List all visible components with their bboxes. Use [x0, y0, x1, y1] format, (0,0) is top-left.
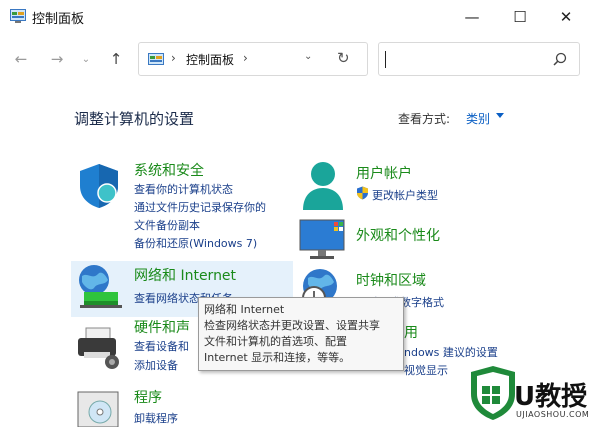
- breadcrumb-separator[interactable]: ›: [171, 51, 176, 65]
- breadcrumb-control-panel[interactable]: 控制面板: [186, 51, 234, 68]
- monitor-icon[interactable]: [298, 218, 348, 260]
- title-bar: 控制面板 — ☐ ✕: [0, 0, 589, 34]
- link-visual-display[interactable]: 视觉显示: [404, 362, 448, 378]
- link-windows-suggested-settings[interactable]: ndows 建议的设置: [404, 344, 498, 360]
- tooltip-title: 网络和 Internet: [204, 303, 285, 316]
- tooltip: 网络和 Internet 检查网络状态并更改设置、设置共享 文件和计算机的首选项…: [198, 297, 404, 371]
- user-icon[interactable]: [300, 160, 346, 212]
- control-panel-icon: [148, 53, 164, 65]
- watermark-subtext: UJIAOSHOU.COM: [516, 410, 589, 419]
- view-by-dropdown[interactable]: 类别: [466, 110, 490, 127]
- category-network-internet[interactable]: 网络和 Internet: [134, 265, 236, 285]
- watermark: U教授 UJIAOSHOU.COM: [468, 364, 589, 427]
- address-bar[interactable]: › 控制面板 › ⌄ ↻: [138, 42, 368, 76]
- link-change-account-type[interactable]: 更改帐户类型: [372, 187, 438, 203]
- category-ease-of-access[interactable]: 用: [404, 322, 418, 342]
- page-title: 调整计算机的设置: [74, 110, 195, 128]
- link-file-history-cont[interactable]: 文件备份副本: [134, 217, 200, 233]
- shield-icon[interactable]: [76, 162, 122, 210]
- view-by-label: 查看方式:: [398, 112, 451, 126]
- link-backup-restore[interactable]: 备份和还原(Windows 7): [134, 235, 257, 251]
- tooltip-line: Internet 显示和连接，等等。: [204, 351, 351, 364]
- watermark-text: U教授: [514, 382, 588, 412]
- up-button[interactable]: ↑: [105, 48, 127, 70]
- link-uninstall-program[interactable]: 卸载程序: [134, 410, 178, 426]
- network-globe-icon[interactable]: [74, 262, 126, 310]
- link-file-history[interactable]: 通过文件历史记录保存你的: [134, 199, 266, 215]
- programs-icon[interactable]: [76, 390, 122, 427]
- refresh-button[interactable]: ↻: [337, 49, 350, 67]
- maximize-button[interactable]: ☐: [497, 0, 543, 34]
- search-icon[interactable]: [553, 52, 567, 66]
- category-programs[interactable]: 程序: [134, 387, 162, 407]
- category-hardware-sound[interactable]: 硬件和声: [134, 317, 190, 337]
- chevron-down-icon[interactable]: [496, 113, 504, 118]
- tooltip-line: 文件和计算机的首选项、配置: [204, 335, 347, 348]
- link-add-device[interactable]: 添加设备: [134, 357, 178, 373]
- recent-locations-button[interactable]: ⌄: [78, 48, 94, 70]
- uac-shield-icon: [357, 186, 368, 200]
- category-appearance[interactable]: 外观和个性化: [356, 225, 440, 245]
- category-system-security[interactable]: 系统和安全: [134, 160, 204, 180]
- watermark-logo-icon: [471, 366, 515, 420]
- category-user-accounts[interactable]: 用户帐户: [356, 163, 412, 183]
- link-view-devices[interactable]: 查看设备和: [134, 338, 189, 354]
- address-history-dropdown[interactable]: ⌄: [304, 51, 312, 62]
- control-panel-icon: [10, 9, 26, 23]
- category-clock-region[interactable]: 时钟和区域: [356, 270, 426, 290]
- window-title: 控制面板: [32, 12, 85, 27]
- minimize-button[interactable]: —: [449, 0, 495, 34]
- back-button[interactable]: ←: [10, 48, 32, 70]
- close-button[interactable]: ✕: [543, 0, 589, 34]
- search-input[interactable]: [378, 42, 580, 76]
- link-view-computer-status[interactable]: 查看你的计算机状态: [134, 181, 233, 197]
- tooltip-line: 检查网络状态并更改设置、设置共享: [204, 319, 380, 332]
- text-caret: [385, 51, 386, 68]
- printer-icon[interactable]: [76, 326, 122, 370]
- breadcrumb-separator[interactable]: ›: [243, 51, 248, 65]
- forward-button[interactable]: →: [46, 48, 68, 70]
